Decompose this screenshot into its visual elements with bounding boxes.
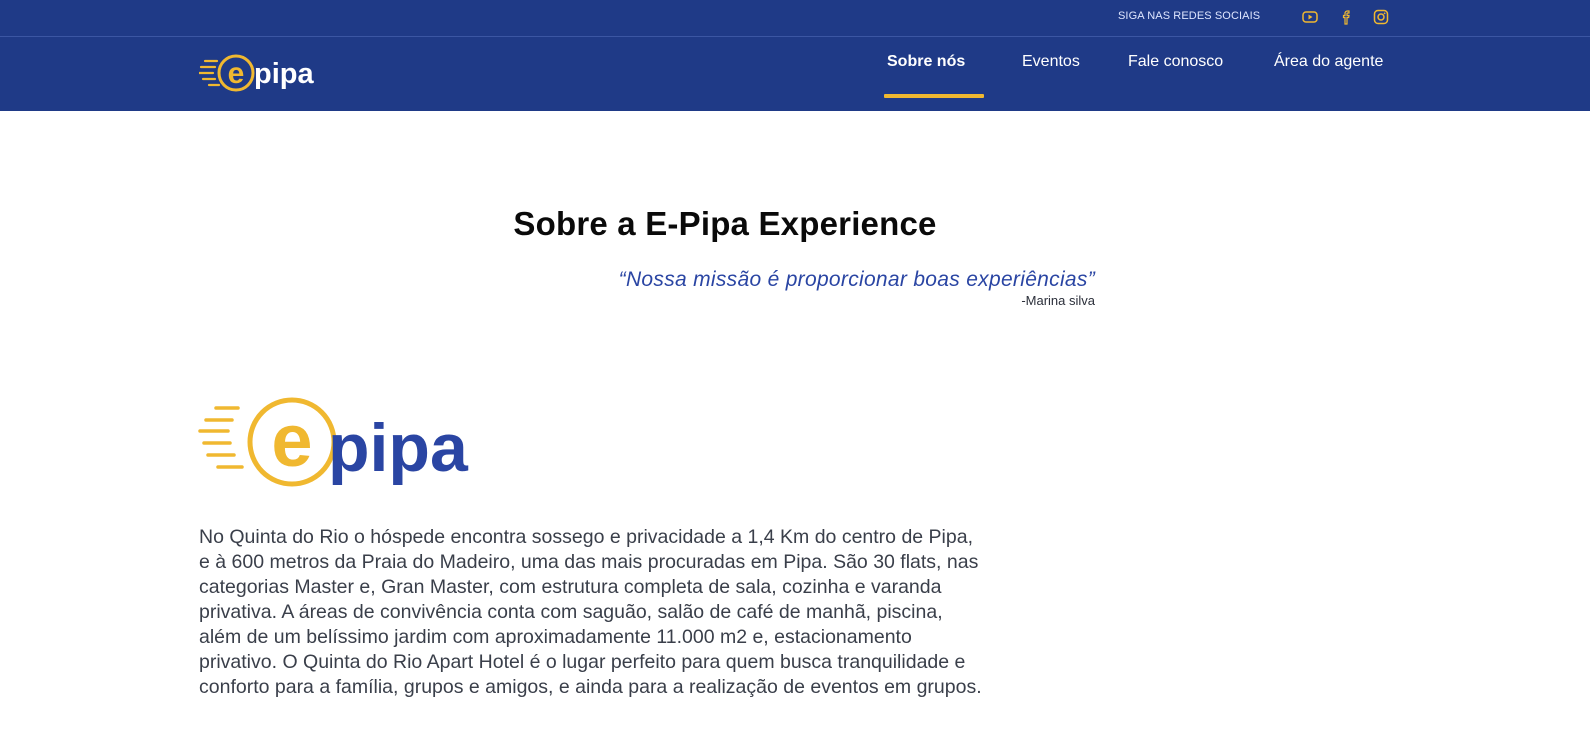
youtube-icon[interactable] [1300, 8, 1320, 26]
page-title: Sobre a E-Pipa Experience [513, 205, 937, 242]
main-navbar: e pipa Sobre nós Eventos Fale conosco Ár… [0, 37, 1590, 111]
facebook-icon[interactable] [1336, 8, 1356, 26]
nav-logo[interactable]: e pipa [197, 47, 331, 93]
nav-logo-e: e [228, 57, 245, 90]
nav-fale-conosco[interactable]: Fale conosco [1128, 51, 1223, 95]
instagram-icon[interactable] [1371, 8, 1391, 26]
big-logo-e: e [271, 399, 312, 482]
nav-area-do-agente[interactable]: Área do agente [1274, 51, 1383, 95]
social-label: SIGA NAS REDES SOCIAIS [1118, 10, 1261, 22]
top-bar: SIGA NAS REDES SOCIAIS [0, 0, 1590, 37]
quote-author: -Marina silva [1021, 293, 1095, 308]
nav-sobre-nos[interactable]: Sobre nós [887, 51, 965, 95]
epipa-logo: e pipa [198, 396, 480, 491]
nav-eventos[interactable]: Eventos [1022, 51, 1080, 95]
nav-logo-text: pipa [254, 58, 314, 90]
about-description: No Quinta do Rio o hóspede encontra soss… [199, 526, 982, 698]
active-nav-indicator [884, 94, 984, 98]
mission-quote: “Nossa missão é proporcionar boas experi… [618, 268, 1095, 291]
big-logo-text: pipa [328, 410, 469, 486]
